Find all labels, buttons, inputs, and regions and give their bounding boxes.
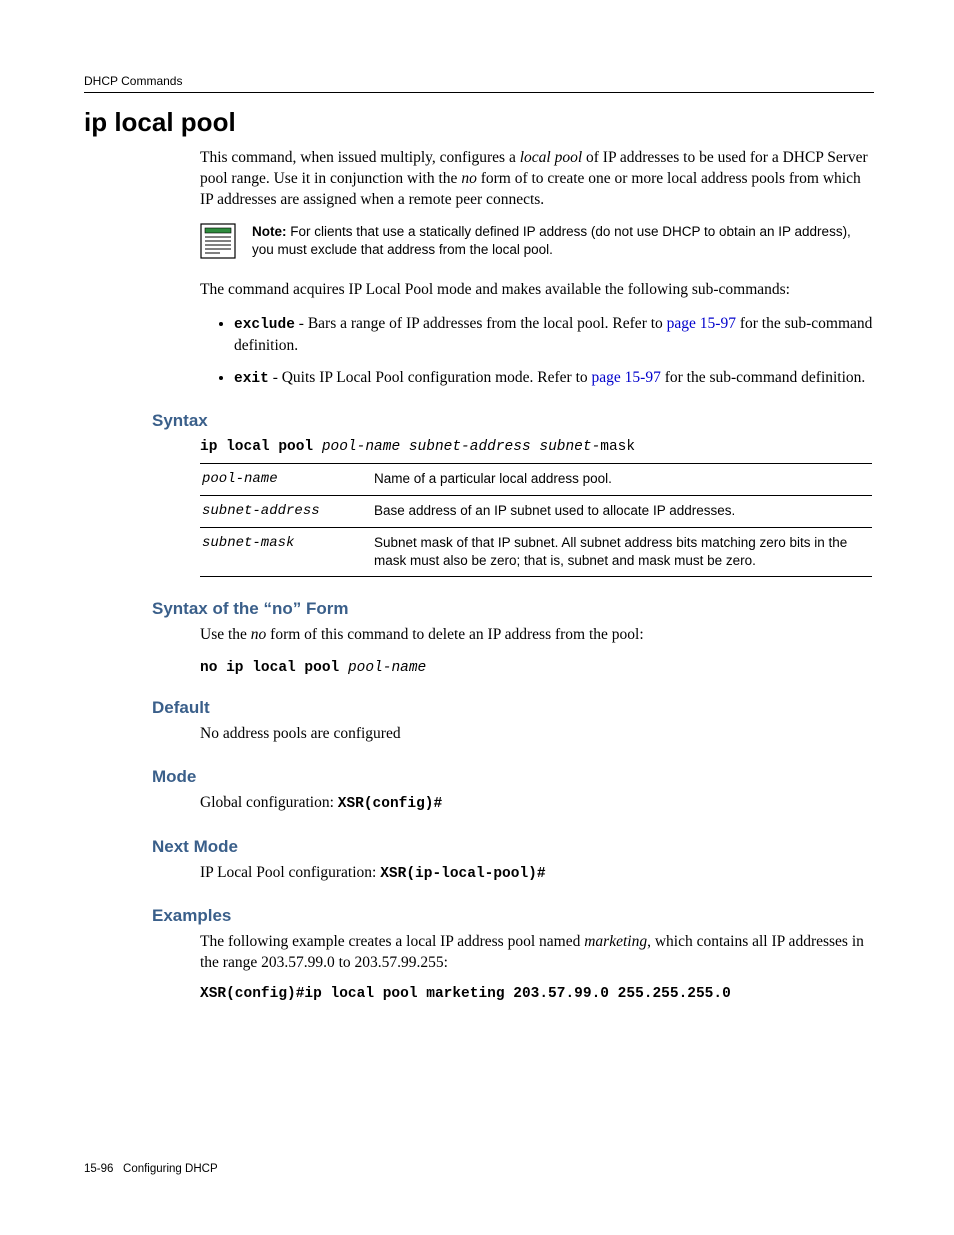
intro-term-localpool: local pool	[520, 149, 582, 166]
next-mode-cmd: XSR(ip-local-pool)#	[380, 866, 545, 882]
examples-text: The following example creates a local IP…	[200, 932, 874, 974]
note-body: For clients that use a statically define…	[252, 224, 851, 257]
no-form-a: Use the	[200, 626, 251, 643]
syntax-heading: Syntax	[84, 411, 874, 431]
subcommand-list: exclude - Bars a range of IP addresses f…	[200, 313, 874, 389]
no-form-text: Use the no form of this command to delet…	[200, 625, 874, 646]
bullet1-pre: - Bars a range of IP addresses from the …	[295, 315, 667, 332]
no-form-heading: Syntax of the “no” Form	[84, 599, 874, 619]
footer-label: Configuring DHCP	[123, 1163, 218, 1175]
syntax-args: pool-name subnet-address subnet-	[322, 439, 600, 455]
page-link[interactable]: page 15-97	[592, 369, 661, 386]
cmd-exit: exit	[234, 371, 269, 387]
table-row: pool-name Name of a particular local add…	[200, 463, 872, 495]
param-name: subnet-address	[200, 495, 372, 527]
next-mode-line: IP Local Pool configuration: XSR(ip-loca…	[200, 863, 874, 885]
examples-heading: Examples	[84, 906, 874, 926]
page-title: ip local pool	[84, 107, 874, 138]
intro-term-no: no	[461, 170, 477, 187]
footer-page: 15-96	[84, 1163, 113, 1175]
examples-cmd: XSR(config)#ip local pool marketing 203.…	[200, 986, 874, 1002]
examples-b: marketing	[584, 933, 647, 950]
param-desc: Subnet mask of that IP subnet. All subne…	[372, 527, 872, 576]
cmd-exclude: exclude	[234, 317, 295, 333]
no-form-syntax: no ip local pool pool-name	[200, 658, 874, 676]
param-desc: Name of a particular local address pool.	[372, 463, 872, 495]
param-name: subnet-mask	[200, 527, 372, 576]
param-desc: Base address of an IP subnet used to all…	[372, 495, 872, 527]
subcommand-intro: The command acquires IP Local Pool mode …	[200, 280, 874, 301]
examples-a: The following example creates a local IP…	[200, 933, 584, 950]
table-row: subnet-mask Subnet mask of that IP subne…	[200, 527, 872, 576]
intro-text-a: This command, when issued multiply, conf…	[200, 149, 520, 166]
page-link[interactable]: page 15-97	[667, 315, 736, 332]
mode-text: Global configuration:	[200, 794, 338, 811]
params-table: pool-name Name of a particular local add…	[200, 463, 872, 577]
syntax-args2: mask	[600, 439, 635, 455]
no-form-arg: pool-name	[348, 660, 426, 676]
no-form-cmd: no ip local pool	[200, 660, 348, 676]
next-mode-heading: Next Mode	[84, 837, 874, 857]
note-text: Note: For clients that use a statically …	[252, 223, 874, 259]
note-label: Note:	[252, 224, 287, 239]
mode-line: Global configuration: XSR(config)#	[200, 793, 874, 815]
bullet2-pre: - Quits IP Local Pool configuration mode…	[269, 369, 592, 386]
mode-cmd: XSR(config)#	[338, 796, 442, 812]
syntax-cmd: ip local pool	[200, 439, 322, 455]
intro-paragraph: This command, when issued multiply, conf…	[200, 148, 874, 211]
mode-heading: Mode	[84, 767, 874, 787]
list-item: exit - Quits IP Local Pool configuration…	[234, 367, 874, 389]
no-form-b: no	[251, 626, 267, 643]
no-form-c: form of this command to delete an IP add…	[266, 626, 643, 643]
bullet2-post: for the sub-command definition.	[661, 369, 865, 386]
note-block: Note: For clients that use a statically …	[200, 223, 874, 264]
default-heading: Default	[84, 698, 874, 718]
default-text: No address pools are configured	[200, 724, 874, 745]
param-name: pool-name	[200, 463, 372, 495]
table-row: subnet-address Base address of an IP sub…	[200, 495, 872, 527]
page-footer: 15-96 Configuring DHCP	[84, 1163, 218, 1175]
syntax-line: ip local pool pool-name subnet-address s…	[200, 437, 874, 455]
list-item: exclude - Bars a range of IP addresses f…	[234, 313, 874, 357]
next-mode-text: IP Local Pool configuration:	[200, 864, 380, 881]
header-rule	[84, 92, 874, 93]
note-icon	[200, 223, 236, 264]
running-header: DHCP Commands	[84, 74, 874, 88]
